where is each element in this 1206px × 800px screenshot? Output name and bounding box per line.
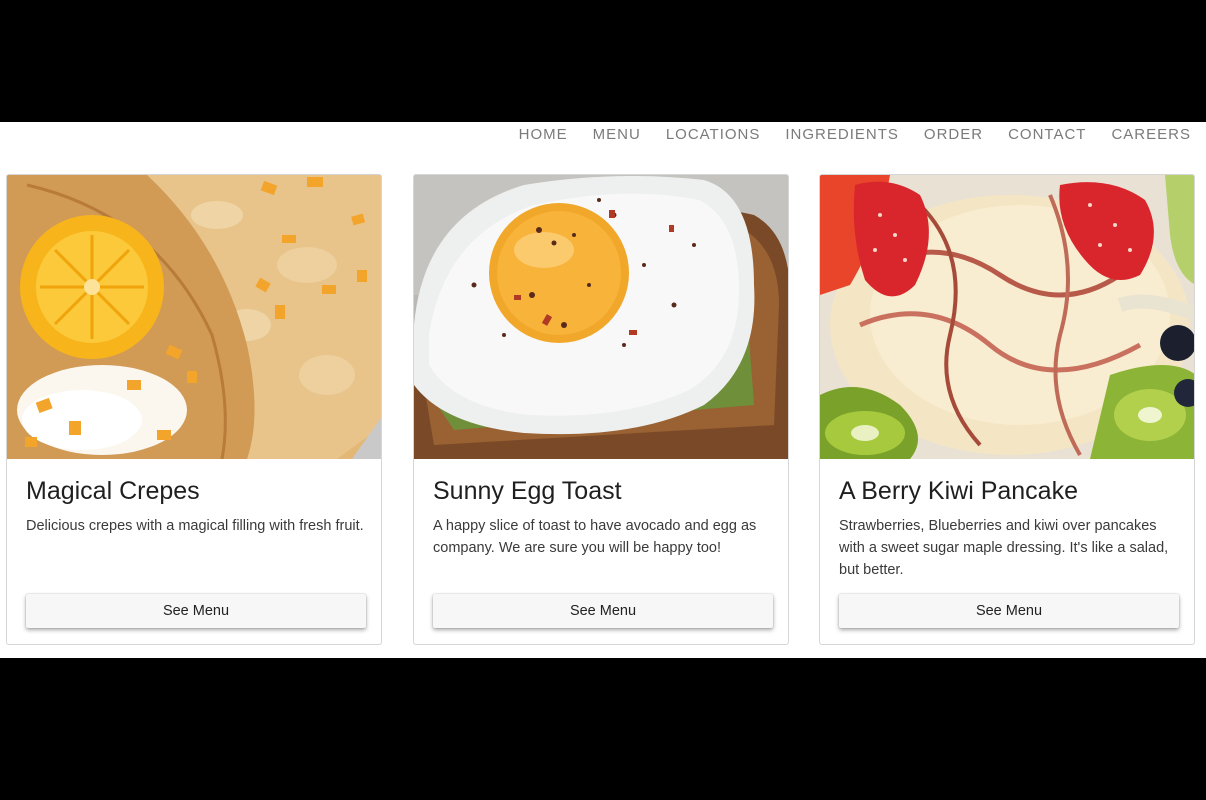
card-magical-crepes: Magical Crepes Delicious crepes with a m… [6,174,382,645]
nav-careers[interactable]: CAREERS [1111,126,1191,144]
see-menu-button[interactable]: See Menu [433,594,773,628]
top-nav: HOME MENU LOCATIONS INGREDIENTS ORDER CO… [519,126,1191,144]
see-menu-button[interactable]: See Menu [839,594,1179,628]
see-menu-button[interactable]: See Menu [26,594,366,628]
card-sunny-egg-toast: Sunny Egg Toast A happy slice of toast t… [413,174,789,645]
card-berry-kiwi-pancake: A Berry Kiwi Pancake Strawberries, Blueb… [819,174,1195,645]
nav-order[interactable]: ORDER [924,126,983,144]
card-description: Delicious crepes with a magical filling … [26,518,364,534]
card-title: Magical Crepes [26,477,200,505]
card-description: Strawberries, Blueberries and kiwi over … [839,518,1169,578]
crepes-image [7,175,381,459]
nav-locations[interactable]: LOCATIONS [666,126,761,144]
nav-menu[interactable]: MENU [593,126,641,144]
berry-pancake-image [820,175,1194,459]
egg-toast-image [414,175,788,459]
nav-ingredients[interactable]: INGREDIENTS [785,126,899,144]
card-description: A happy slice of toast to have avocado a… [433,518,757,556]
card-title: Sunny Egg Toast [433,477,622,505]
page: HOME MENU LOCATIONS INGREDIENTS ORDER CO… [0,122,1206,658]
nav-contact[interactable]: CONTACT [1008,126,1086,144]
nav-home[interactable]: HOME [519,126,568,144]
card-title: A Berry Kiwi Pancake [839,477,1078,505]
